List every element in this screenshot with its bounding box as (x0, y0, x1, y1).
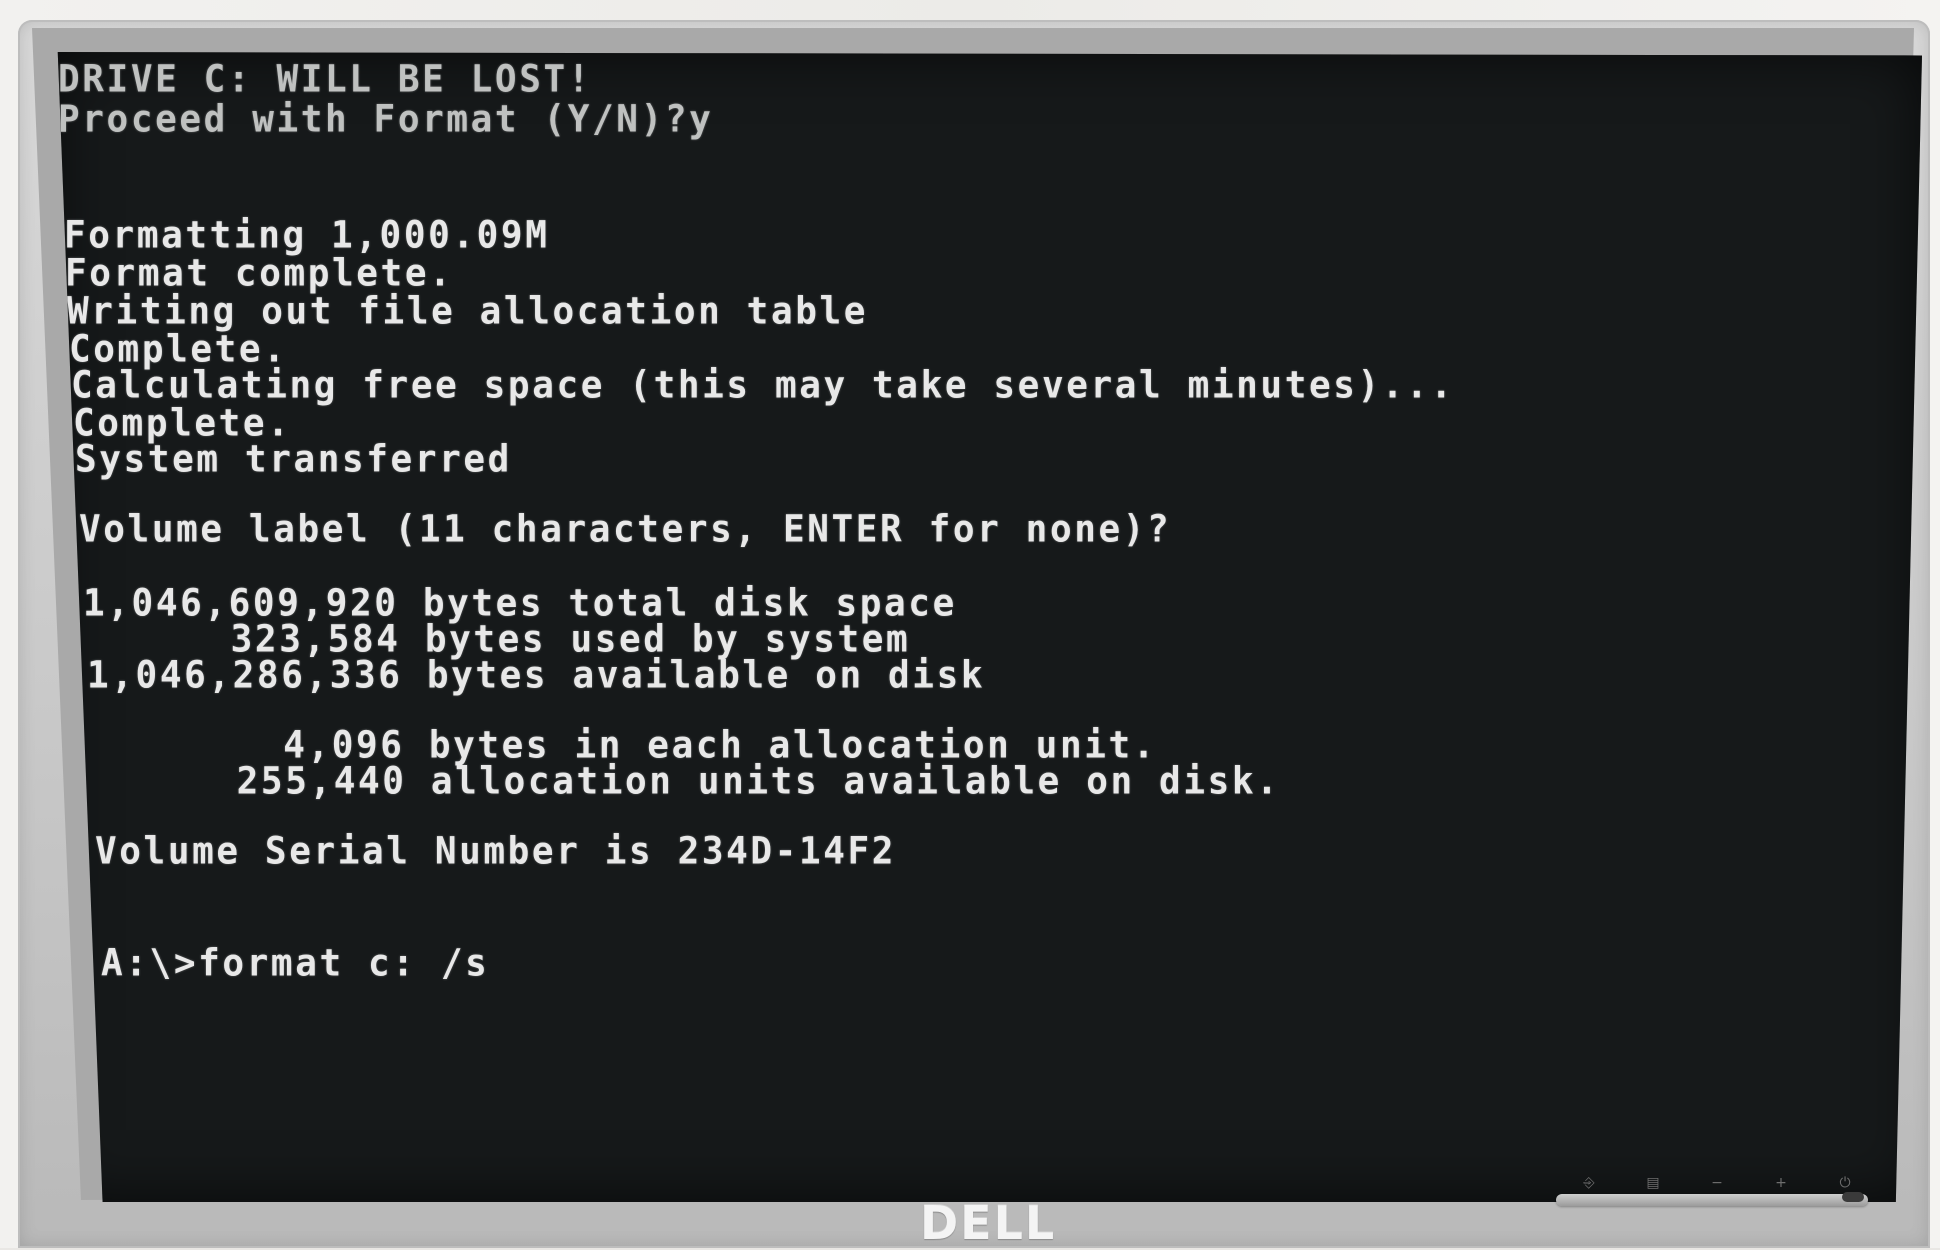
monitor-control-panel: ⎆ ▤ − + ⏻ (1556, 1175, 1876, 1224)
plus-icon[interactable]: + (1766, 1174, 1796, 1192)
command-prompt-line[interactable]: A:\>format c: /s (101, 942, 489, 985)
calculating-free-space-line: Calculating free space (this may take se… (71, 364, 1455, 408)
writing-fat-line: Writing out file allocation table (67, 290, 869, 334)
power-icon[interactable]: ⏻ (1830, 1174, 1860, 1192)
monitor-bezel: DRIVE C: WILL BE LOST! Proceed with Form… (18, 20, 1930, 1248)
format-complete-line: Format complete. (65, 252, 454, 296)
menu-icon[interactable]: ▤ (1638, 1174, 1668, 1192)
formatting-line: Formatting 1,000.09M (64, 214, 550, 258)
proceed-prompt-line: Proceed with Format (Y/N)?y (58, 98, 714, 142)
system-transferred-line: System transferred (75, 438, 512, 482)
format-warning-line: DRIVE C: WILL BE LOST! (58, 58, 593, 102)
power-led (1842, 1192, 1864, 1202)
control-strip (1556, 1194, 1868, 1206)
terminal-output: DRIVE C: WILL BE LOST! Proceed with Form… (58, 52, 1922, 1202)
available-on-disk-line: 1,046,286,336 bytes available on disk (87, 654, 986, 698)
input-source-icon[interactable]: ⎆ (1574, 1174, 1604, 1192)
dos-screen[interactable]: DRIVE C: WILL BE LOST! Proceed with Form… (57, 52, 1922, 1202)
dell-logo: DELL (920, 1196, 1057, 1250)
minus-icon[interactable]: − (1702, 1174, 1732, 1192)
volume-label-prompt-line: Volume label (11 characters, ENTER for n… (79, 508, 1172, 552)
volume-serial-number-line: Volume Serial Number is 234D-14F2 (95, 830, 897, 874)
allocation-units-available-line: 255,440 allocation units available on di… (91, 760, 1281, 804)
